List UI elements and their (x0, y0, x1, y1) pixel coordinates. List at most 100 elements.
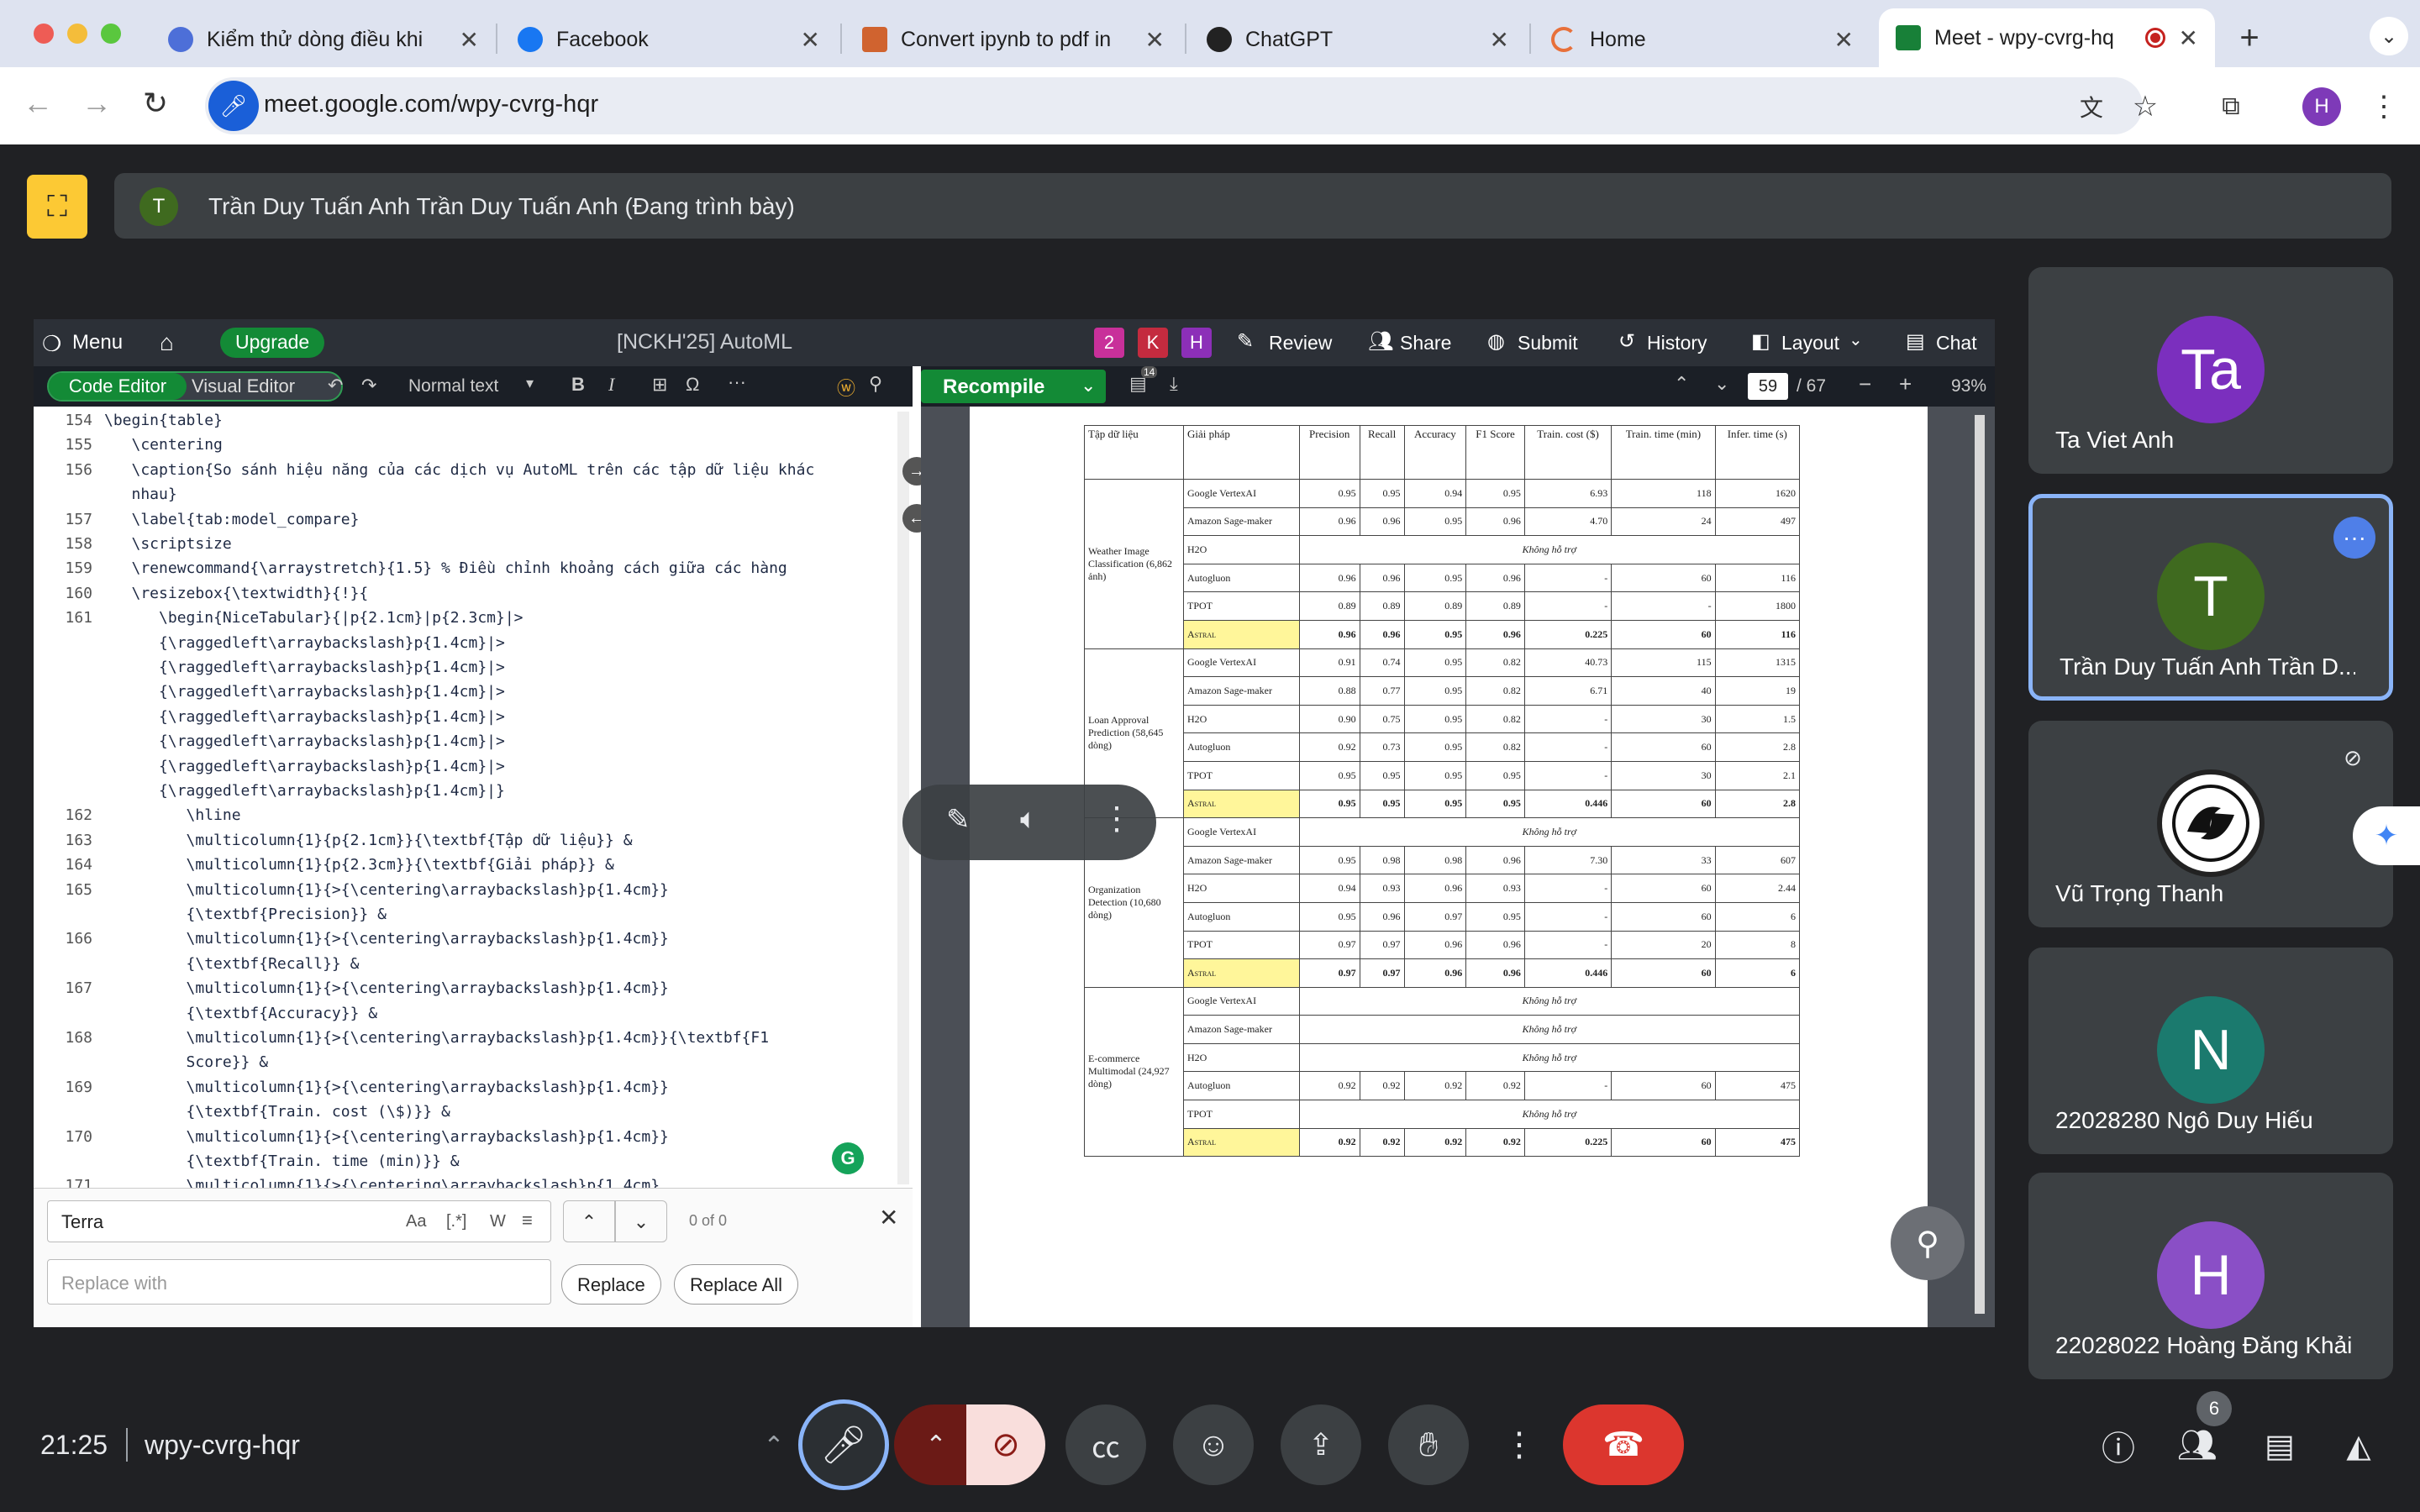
stop-presenting-icon[interactable]: ⛶ (27, 175, 87, 239)
code-line[interactable]: \label{tab:model_compare} (104, 511, 360, 528)
mic-off-icon[interactable]: ✎ (946, 803, 971, 837)
next-match-button[interactable]: ⌄ (615, 1200, 667, 1242)
upgrade-button[interactable]: Upgrade (220, 328, 325, 358)
people-icon[interactable]: 👥︎ (2175, 1423, 2220, 1468)
whole-word-toggle[interactable]: W (490, 1212, 506, 1231)
code-line[interactable]: \multicolumn{1}{>{\centering\arraybacksl… (104, 979, 669, 997)
code-line[interactable]: \scriptsize (104, 535, 232, 553)
regex-toggle[interactable]: [.*] (446, 1212, 466, 1231)
text-style-select[interactable]: Normal text (408, 376, 498, 396)
code-line[interactable]: \begin{table} (104, 412, 223, 429)
redo-icon[interactable]: ↷ (361, 375, 376, 396)
close-icon[interactable]: ✕ (460, 26, 479, 54)
window-close-button[interactable] (34, 24, 54, 44)
close-icon[interactable]: ✕ (1834, 26, 1854, 54)
code-line[interactable]: \multicolumn{1}{>{\centering\arraybacksl… (104, 881, 669, 899)
history-button[interactable]: History (1647, 332, 1707, 354)
microphone-button[interactable]: 🎤︎ (798, 1399, 889, 1490)
replace-button[interactable]: Replace (561, 1264, 661, 1305)
submit-button[interactable]: Submit (1518, 332, 1578, 354)
code-line[interactable]: {\raggedleft\arraybackslash}p{1.4cm}|} (104, 782, 505, 800)
code-line[interactable]: {\textbf{Accuracy}} & (104, 1005, 378, 1022)
code-line[interactable]: {\textbf{Recall}} & (104, 955, 360, 973)
participant-tile[interactable]: N 22028280 Ngô Duy Hiếu (2028, 948, 2393, 1154)
prev-page-icon[interactable]: ⌃ (1674, 373, 1689, 395)
code-line[interactable]: \multicolumn{1}{>{\centering\arraybacksl… (104, 1079, 669, 1096)
home-icon[interactable]: ⌂ (160, 329, 174, 356)
download-pdf-icon[interactable]: ⤓ (1170, 373, 1178, 395)
raise-hand-button[interactable]: ✋︎ (1388, 1404, 1469, 1485)
code-line[interactable]: {\raggedleft\arraybackslash}p{1.4cm}|> (104, 708, 505, 726)
chat-button[interactable]: Chat (1936, 332, 1977, 354)
code-line[interactable]: \multicolumn{1}{>{\centering\arraybacksl… (104, 1177, 660, 1188)
code-line[interactable]: nhau} (104, 486, 177, 503)
present-now-button[interactable]: ⇪ (1281, 1404, 1361, 1485)
participant-tile[interactable]: Vũ Trọng Thanh ⊘ (2028, 721, 2393, 927)
code-editor[interactable]: 154 \begin{table} 155 \centering 156 \capti… (34, 407, 913, 1188)
forward-icon[interactable]: → (76, 82, 118, 124)
collaborator-avatar[interactable]: H (1181, 328, 1212, 358)
window-zoom-button[interactable] (101, 24, 121, 44)
participant-tile[interactable]: H 22028022 Hoàng Đăng Khải (2028, 1173, 2393, 1379)
new-tab-button[interactable]: + (2228, 17, 2270, 59)
camera-options-chevron[interactable]: ⌃ (894, 1404, 978, 1485)
code-line[interactable]: {\raggedleft\arraybackslash}p{1.4cm}|> (104, 732, 505, 750)
next-page-icon[interactable]: ⌄ (1714, 373, 1729, 395)
code-line[interactable]: \renewcommand{\arraystretch}{1.5} % Điều… (104, 559, 787, 577)
tab-kiem-thu[interactable]: Kiểm thử dòng điều khi ✕ (151, 13, 496, 66)
selection-icon[interactable]: ≡ (522, 1210, 533, 1231)
code-line[interactable]: \caption{So sánh hiệu năng của các dịch … (104, 461, 815, 479)
visual-effects-icon[interactable]: ✦ (2353, 806, 2420, 865)
translate-icon[interactable]: 文 (2072, 87, 2111, 126)
zoom-in-icon[interactable]: + (1899, 371, 1912, 397)
more-options-button[interactable]: ⋮ (1496, 1404, 1543, 1485)
grammarly-icon[interactable]: G (832, 1142, 864, 1174)
previous-match-button[interactable]: ⌃ (563, 1200, 615, 1242)
leave-call-button[interactable]: ☎︎ (1563, 1404, 1684, 1485)
symbol-icon[interactable]: Ω (686, 374, 699, 396)
bookmark-star-icon[interactable]: ☆ (2126, 87, 2165, 126)
recompile-button[interactable]: Recompile ⌄ (921, 370, 1106, 403)
code-line[interactable]: \multicolumn{1}{p{2.3cm}}{\textbf{Giải p… (104, 856, 614, 874)
emoji-reactions-button[interactable]: ☺ (1173, 1404, 1254, 1485)
code-line[interactable]: {\textbf{Train. cost (\$)}} & (104, 1103, 450, 1121)
writefull-icon[interactable]: ⓦ (837, 374, 855, 401)
chat-icon[interactable]: ▤ (2257, 1423, 2302, 1468)
activities-icon[interactable]: ◭ (2336, 1423, 2381, 1468)
share-button[interactable]: Share (1400, 332, 1451, 354)
meeting-details-icon[interactable]: ⓘ (2096, 1423, 2141, 1468)
zoom-level-select[interactable]: 93% (1951, 376, 1986, 396)
window-minimize-button[interactable] (67, 24, 87, 44)
participant-tile-active[interactable]: T Trần Duy Tuấn Anh Trần D... ··· (2028, 494, 2393, 701)
code-line[interactable]: \multicolumn{1}{>{\centering\arraybacksl… (104, 1029, 770, 1047)
code-line[interactable]: \centering (104, 436, 223, 454)
code-line[interactable]: {\textbf{Train. time (min)}} & (104, 1152, 460, 1170)
extensions-icon[interactable]: ⧉ (2212, 87, 2250, 126)
review-button[interactable]: Review (1269, 332, 1332, 354)
code-line[interactable]: \multicolumn{1}{>{\centering\arraybacksl… (104, 1128, 669, 1146)
table-icon[interactable]: ⊞ (652, 374, 667, 396)
code-line[interactable]: \hline (104, 806, 241, 824)
italic-icon[interactable]: I (608, 374, 614, 396)
code-line[interactable]: \multicolumn{1}{p{2.1cm}}{\textbf{Tập dữ… (104, 832, 633, 849)
close-icon[interactable]: ✕ (1490, 26, 1509, 54)
tab-facebook[interactable]: Facebook ✕ (501, 13, 837, 66)
menu-button[interactable]: Menu (72, 331, 123, 354)
zoom-out-icon[interactable]: − (1859, 371, 1871, 397)
tab-convert-ipynb[interactable]: Convert ipynb to pdf in ✕ (845, 13, 1181, 66)
code-line[interactable]: {\textbf{Precision}} & (104, 906, 387, 923)
code-line[interactable]: \begin{NiceTabular}{|p{2.1cm}|p{2.3cm}|> (104, 609, 523, 627)
code-line[interactable]: \resizebox{\textwidth}{!}{ (104, 585, 369, 602)
code-line[interactable]: \multicolumn{1}{>{\centering\arraybacksl… (104, 930, 669, 948)
browser-menu-icon[interactable]: ⋮ (2365, 87, 2403, 126)
pdf-scrollbar[interactable] (1975, 415, 1985, 1314)
tab-search-chevron-icon[interactable]: ⌄ (2370, 17, 2408, 55)
tab-chatgpt[interactable]: ChatGPT ✕ (1190, 13, 1526, 66)
code-line[interactable]: Score}} & (104, 1053, 269, 1071)
tab-home[interactable]: Home ✕ (1534, 13, 1870, 66)
layout-button[interactable]: Layout (1781, 332, 1839, 354)
match-case-toggle[interactable]: Aa (406, 1212, 426, 1231)
undo-icon[interactable]: ↶ (328, 375, 343, 396)
visual-editor-tab[interactable]: Visual Editor (192, 373, 295, 400)
more-options-icon[interactable]: ⋮ (1101, 800, 1133, 837)
